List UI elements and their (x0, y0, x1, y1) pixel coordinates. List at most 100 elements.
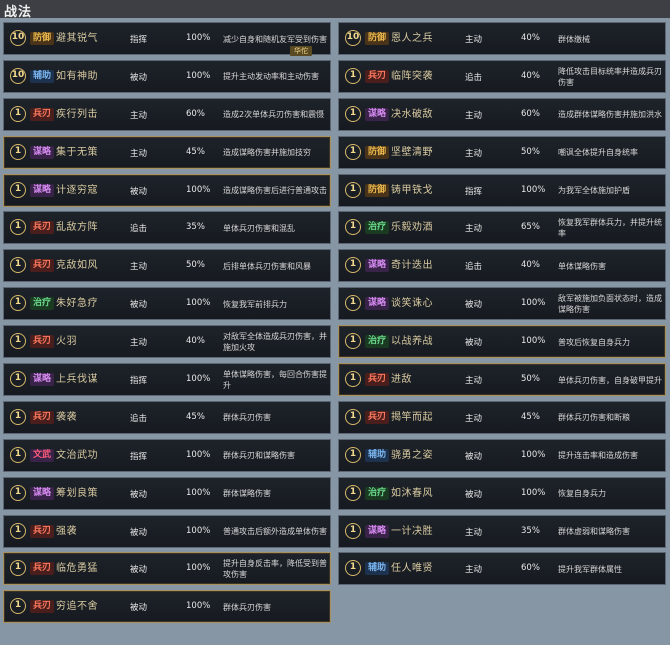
tactic-rate: 65% (521, 222, 540, 233)
tactic-row[interactable]: 1 谋略 奇计迭出 追击 40% 单体谋略伤害 (338, 249, 666, 283)
tactic-name: 穷追不舍 (56, 601, 98, 613)
tactic-row[interactable]: 1 谋略 筹划良策 被动 100% 群体谋略伤害 (3, 476, 331, 510)
tactic-category-tag: 辅助 (30, 69, 55, 83)
tactic-rate: 45% (186, 411, 205, 422)
tactic-category-tag: 兵刃 (30, 335, 55, 349)
tactic-row[interactable]: 1 谋略 一计决胜 主动 35% 群体虚弱和谋略伤害 (338, 514, 666, 548)
tactic-row[interactable]: 10 辅助 如有神助 被动 100% 提升主动发动率和主动伤害 (3, 59, 331, 93)
tactic-category-tag: 治疗 (365, 221, 390, 235)
tactic-category-tag: 谋略 (365, 107, 390, 121)
tactic-type: 主动 (130, 262, 148, 273)
tactic-rate: 100% (521, 487, 546, 498)
tactic-description: 减少自身和随机友军受到伤害 (223, 34, 327, 44)
tactic-rate: 60% (186, 108, 205, 119)
tactic-rate: 100% (521, 336, 546, 347)
tactic-name: 以战养战 (391, 336, 433, 348)
page-title: 战法 (4, 5, 33, 20)
tactic-type: 主动 (465, 148, 483, 159)
level-badge: 1 (10, 219, 26, 236)
tactic-description: 单体兵刃伤害，自身破甲提升 (558, 375, 662, 385)
tactic-name: 谈笑诛心 (391, 298, 433, 310)
tactic-name: 临阵突袭 (391, 70, 433, 82)
level-badge: 1 (345, 257, 361, 274)
tactic-row[interactable]: 1 谋略 决水破敌 主动 60% 造成群体谋略伤害并施加洪水 (338, 97, 666, 131)
tactic-description: 为我军全体施加护盾 (558, 186, 630, 196)
tactic-row[interactable]: 1 兵刃 强袭 被动 100% 普通攻击后额外造成单体伤害 (3, 514, 331, 548)
tactic-row[interactable]: 1 兵刃 袭袭 追击 45% 群体兵刃伤害 (3, 400, 331, 434)
level-badge: 1 (345, 371, 361, 388)
tactic-description: 造成2次单体兵刃伤害和震慑 (223, 110, 325, 120)
tactic-row[interactable]: 1 治疗 朱好急疗 被动 100% 恢复我军前排兵力 (3, 287, 331, 321)
tactic-row[interactable]: 1 兵刃 揭竿而起 主动 45% 群体兵刃伤害和断粮 (338, 400, 666, 434)
tactic-description: 恢复自身兵力 (558, 489, 606, 499)
tactic-name: 乐毅劝酒 (391, 222, 433, 234)
tactic-name: 火羽 (56, 336, 77, 348)
level-badge: 1 (345, 219, 361, 236)
tactic-name: 朱好急疗 (56, 298, 98, 310)
tactic-row[interactable]: 10 防御 恩人之兵 主动 40% 群体缴械 (338, 22, 666, 55)
tactics-column-left: 10 防御 避其锐气 指挥 100% 减少自身和随机友军受到伤害 华佗 10 辅助 如有神助 被动 1… (3, 22, 331, 628)
level-badge: 1 (345, 143, 361, 160)
tactic-row[interactable]: 1 谋略 谈笑诛心 被动 100% 敌军被施加负面状态时，造成谋略伤害 (338, 287, 666, 321)
tactic-category-tag: 兵刃 (30, 259, 55, 273)
tactic-row[interactable]: 1 兵刃 临危勇猛 被动 100% 提升自身反击率，降低受到普攻伤害 (3, 552, 331, 586)
tactic-category-tag: 兵刃 (30, 107, 55, 121)
level-badge: 1 (345, 560, 361, 577)
tactic-row[interactable]: 1 治疗 乐毅劝酒 主动 65% 恢复我军群体兵力，并提升统率 (338, 211, 666, 245)
tactic-description: 提升我军群体属性 (558, 564, 622, 574)
tactic-category-tag: 文武 (30, 448, 55, 462)
tactic-rate: 100% (186, 487, 211, 498)
tactic-category-tag: 治疗 (30, 297, 55, 311)
tactic-row[interactable]: 1 辅助 任人唯贤 主动 60% 提升我军群体属性 (338, 552, 666, 586)
tactic-type: 被动 (130, 186, 148, 197)
tactic-rate: 35% (521, 525, 540, 536)
tactic-row[interactable]: 10 防御 避其锐气 指挥 100% 减少自身和随机友军受到伤害 华佗 (3, 22, 331, 56)
level-badge: 1 (345, 105, 361, 122)
level-badge: 1 (10, 333, 26, 350)
tactic-row[interactable]: 1 兵刃 克敌如风 主动 50% 后排单体兵刃伤害和风暴 (3, 249, 331, 283)
tactic-description: 恢复我军群体兵力，并提升统率 (558, 218, 662, 239)
tactic-rate: 100% (186, 374, 211, 385)
tactic-type: 被动 (465, 338, 483, 349)
tactic-row[interactable]: 1 兵刃 乱敌方阵 追击 35% 单体兵刃伤害和混乱 (3, 211, 331, 245)
tactic-type: 主动 (465, 413, 483, 424)
tactic-rate: 100% (186, 70, 211, 81)
tactic-category-tag: 谋略 (30, 373, 55, 387)
tactic-row[interactable]: 1 谋略 上兵伐谋 指挥 100% 单体谋略伤害，每回合伤害提升 (3, 363, 331, 397)
tactic-row[interactable]: 1 治疗 如沐春风 被动 100% 恢复自身兵力 (338, 476, 666, 510)
tactic-rate: 100% (186, 33, 211, 43)
tactic-type: 被动 (130, 603, 148, 614)
tactic-row[interactable]: 1 治疗 以战养战 被动 100% 普攻后恢复自身兵力 (338, 325, 666, 359)
tactic-rate: 45% (521, 411, 540, 422)
tactic-row[interactable]: 1 兵刃 火羽 主动 40% 对敌军全体造成兵刃伤害，并施加火攻 (3, 325, 331, 359)
level-badge: 1 (10, 484, 26, 501)
tactic-rate: 50% (521, 374, 540, 385)
tactic-row[interactable]: 1 兵刃 穷追不舍 被动 100% 群体兵刃伤害 (3, 590, 331, 624)
tactic-type: 主动 (465, 110, 483, 121)
level-badge: 1 (345, 522, 361, 539)
tactic-description: 提升自身反击率，降低受到普攻伤害 (223, 559, 327, 580)
tactic-description: 造成谋略伤害并施加技穷 (223, 148, 311, 158)
tactic-row[interactable]: 1 兵刃 临阵突袭 追击 40% 降低攻击目标统率并造成兵刃伤害 (338, 59, 666, 93)
tactic-row[interactable]: 1 谋略 集于无策 主动 45% 造成谋略伤害并施加技穷 (3, 135, 331, 169)
tactic-row[interactable]: 1 谋略 计逐穷寇 被动 100% 造成谋略伤害后进行普通攻击 (3, 173, 331, 207)
tactic-name: 筹划良策 (56, 487, 98, 499)
tactic-name: 文治武功 (56, 449, 98, 461)
tactic-type: 主动 (465, 565, 483, 576)
tactic-category-tag: 防御 (365, 145, 390, 159)
tactic-row[interactable]: 1 辅助 骁勇之姿 被动 100% 提升连击率和造成伤害 (338, 438, 666, 472)
tactic-description: 嘲讽全体提升自身统率 (558, 148, 638, 158)
tactic-type: 被动 (465, 300, 483, 311)
tactic-type: 指挥 (130, 35, 148, 45)
tactic-description: 降低攻击目标统率并造成兵刃伤害 (558, 66, 662, 87)
tactic-row[interactable]: 1 文武 文治武功 指挥 100% 群体兵刃和谋略伤害 (3, 438, 331, 472)
tactic-type: 主动 (465, 35, 483, 45)
tactic-row[interactable]: 1 兵刃 疾行列击 主动 60% 造成2次单体兵刃伤害和震慑 (3, 97, 331, 131)
tactic-description: 群体兵刃伤害和断粮 (558, 413, 630, 423)
tactic-row[interactable]: 1 兵刃 进敌 主动 50% 单体兵刃伤害，自身破甲提升 (338, 363, 666, 397)
tactic-row[interactable]: 1 防御 铸甲铁戈 指挥 100% 为我军全体施加护盾 (338, 173, 666, 207)
tactic-name: 克敌如风 (56, 260, 98, 272)
tactic-name: 袭袭 (56, 411, 77, 423)
tactic-row[interactable]: 1 防御 坚壁清野 主动 50% 嘲讽全体提升自身统率 (338, 135, 666, 169)
level-badge: 1 (345, 446, 361, 463)
